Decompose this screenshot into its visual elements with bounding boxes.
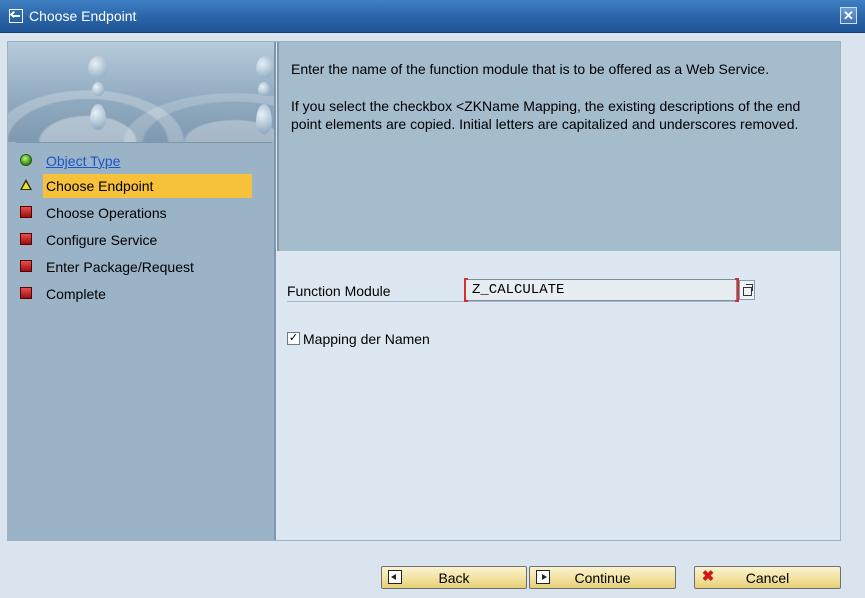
red-square-icon (20, 287, 32, 299)
title-bar: Choose Endpoint ✕ (0, 0, 865, 33)
step-label: Choose Endpoint (46, 178, 154, 194)
water-drop-icon (92, 82, 104, 96)
step-label: Complete (46, 286, 106, 302)
step-configure-service: Configure Service (16, 228, 272, 253)
function-module-row: Function Module (287, 278, 838, 303)
step-object-type[interactable]: Object Type (16, 149, 272, 174)
mapping-checkbox[interactable]: ✓ (287, 332, 300, 345)
red-square-icon (20, 260, 32, 272)
function-module-label: Function Module (287, 283, 391, 299)
mapping-checkbox-label[interactable]: Mapping der Namen (303, 331, 430, 347)
info-text-1: Enter the name of the function module th… (291, 61, 770, 77)
water-drop-icon (256, 56, 274, 78)
cancel-button[interactable]: ✖ Cancel (694, 566, 841, 589)
window-title: Choose Endpoint (29, 8, 137, 24)
continue-label: Continue (574, 570, 631, 586)
roadmap-panel: Object Type Choose Endpoint Choose Opera… (8, 42, 276, 540)
water-drop-icon (90, 104, 106, 130)
water-drop-icon (258, 82, 270, 96)
continue-button[interactable]: Continue (529, 566, 676, 589)
exit-icon (9, 9, 23, 23)
roadmap-steps: Object Type Choose Endpoint Choose Opera… (16, 142, 272, 539)
step-enter-package-request: Enter Package/Request (16, 255, 272, 280)
step-label: Choose Operations (46, 205, 167, 221)
step-label[interactable]: Object Type (46, 153, 120, 169)
back-button[interactable]: Back (381, 566, 527, 589)
water-drop-banner (8, 42, 274, 142)
step-choose-operations: Choose Operations (16, 201, 272, 226)
function-module-input[interactable] (465, 279, 737, 301)
required-marker-left (464, 278, 468, 302)
green-light-icon (20, 154, 32, 166)
value-help-icon[interactable] (739, 280, 755, 300)
step-label: Enter Package/Request (46, 259, 194, 275)
red-square-icon (20, 206, 32, 218)
label-underline (287, 301, 735, 302)
yellow-warning-icon (20, 179, 32, 190)
info-panel: Enter the name of the function module th… (277, 42, 840, 251)
cancel-label: Cancel (745, 570, 790, 586)
step-complete: Complete (16, 282, 272, 307)
water-drop-icon (88, 56, 108, 78)
info-text-2: If you select the checkbox <ZKName Mappi… (291, 98, 801, 132)
water-drop-icon (256, 104, 272, 134)
red-square-icon (20, 233, 32, 245)
close-button[interactable]: ✕ (840, 7, 857, 24)
step-label: Configure Service (46, 232, 158, 248)
back-label: Back (438, 570, 470, 586)
step-choose-endpoint: Choose Endpoint (16, 174, 272, 199)
